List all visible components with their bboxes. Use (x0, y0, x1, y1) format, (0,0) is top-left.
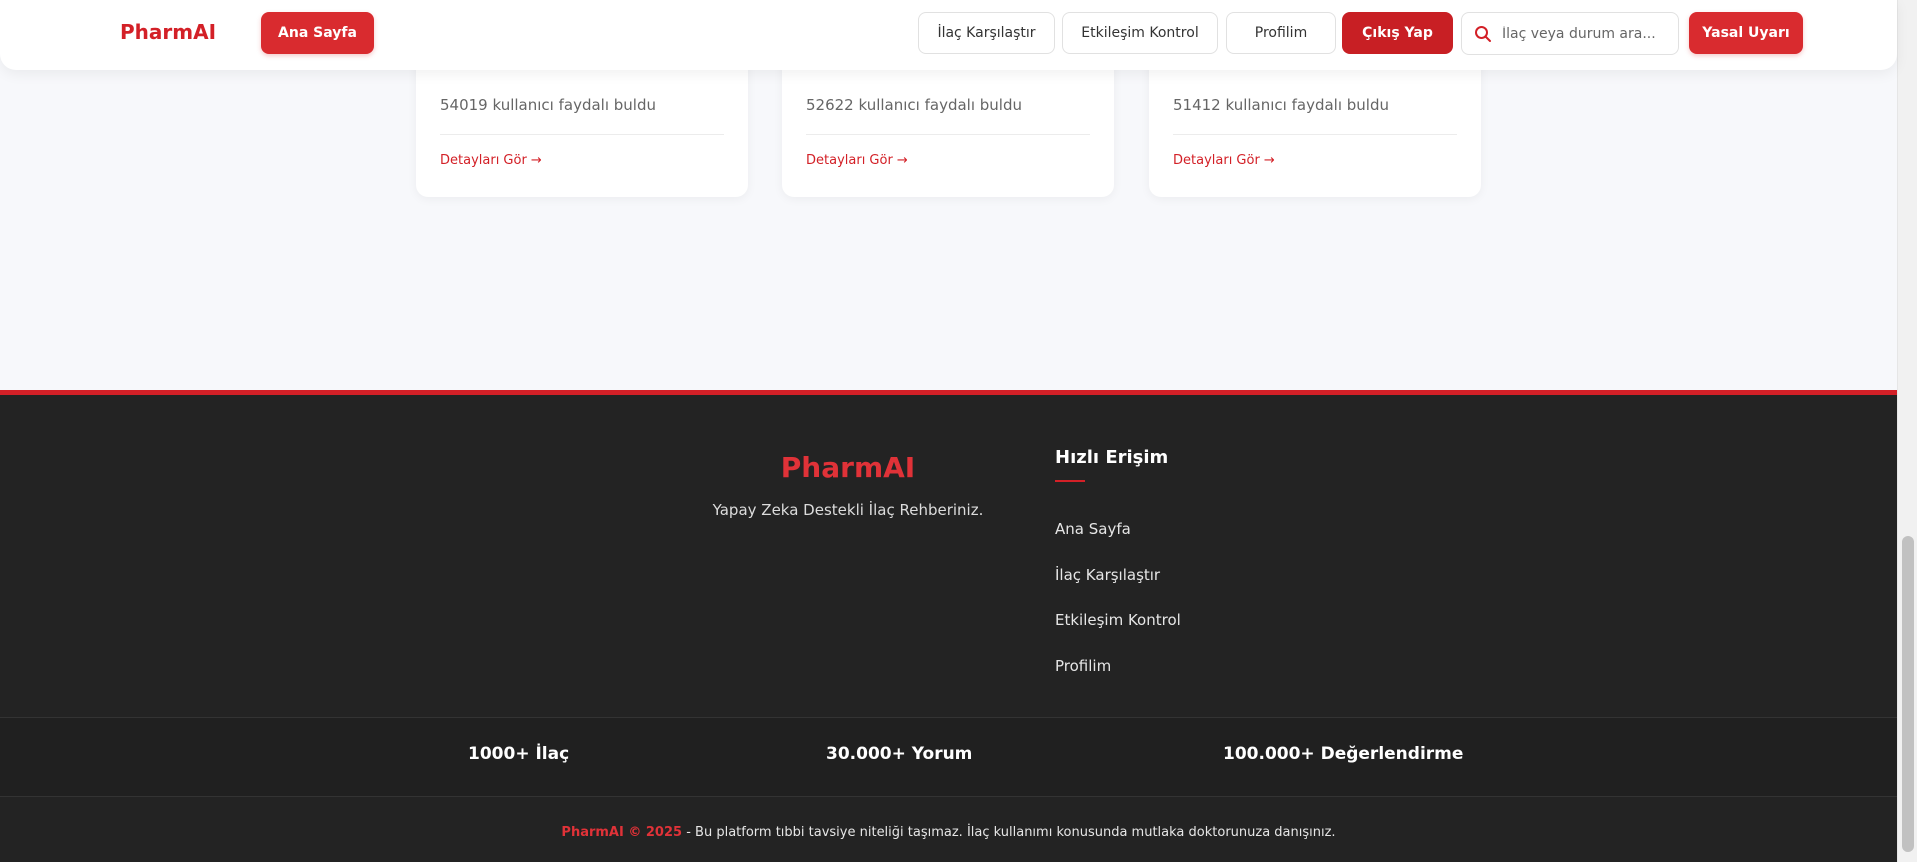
details-link[interactable]: Detayları Gör → (1173, 153, 1275, 168)
search-input[interactable] (1500, 22, 1674, 46)
footer-link-profile[interactable]: Profilim (1055, 657, 1111, 675)
copyright-notice: PharmAI © 2025 - Bu platform tıbbi tavsi… (0, 825, 1897, 840)
home-button[interactable]: Ana Sayfa (261, 12, 374, 54)
page-scrollbar[interactable] (1897, 0, 1917, 862)
footer-tagline: Yapay Zeka Destekli İlaç Rehberiniz. (712, 501, 984, 519)
interaction-check-button[interactable]: Etkileşim Kontrol (1062, 12, 1218, 54)
footer-link-compare[interactable]: İlaç Karşılaştır (1055, 566, 1160, 584)
footer-link-interaction[interactable]: Etkileşim Kontrol (1055, 611, 1181, 629)
compare-drugs-button[interactable]: İlaç Karşılaştır (918, 12, 1055, 54)
search-box (1461, 12, 1679, 55)
disclaimer-text: - Bu platform tıbbi tavsiye niteliği taş… (682, 825, 1336, 840)
details-link[interactable]: Detayları Gör → (806, 153, 908, 168)
stat-ratings: 100.000+ Değerlendirme (1223, 744, 1464, 764)
quick-access-title: Hızlı Erişim (1055, 447, 1169, 468)
helpful-count: 54019 kullanıcı faydalı buldu (440, 96, 656, 114)
card-divider (1173, 134, 1457, 135)
stat-drugs: 1000+ İlaç (468, 744, 570, 764)
scrollbar-thumb[interactable] (1902, 536, 1914, 852)
brand-logo[interactable]: PharmAI (120, 20, 216, 44)
copyright-brand: PharmAI © 2025 (561, 825, 683, 840)
stat-reviews: 30.000+ Yorum (826, 744, 973, 764)
legal-warning-button[interactable]: Yasal Uyarı (1689, 12, 1803, 54)
quick-access-underline (1055, 480, 1085, 482)
stats-band: 1000+ İlaç 30.000+ Yorum 100.000+ Değerl… (0, 717, 1897, 797)
footer-brand: PharmAI (780, 451, 916, 484)
card-divider (440, 134, 724, 135)
card-divider (806, 134, 1090, 135)
footer-link-home[interactable]: Ana Sayfa (1055, 520, 1131, 538)
logout-button[interactable]: Çıkış Yap (1342, 12, 1453, 54)
helpful-count: 52622 kullanıcı faydalı buldu (806, 96, 1022, 114)
details-link[interactable]: Detayları Gör → (440, 153, 542, 168)
search-icon (1475, 26, 1491, 42)
profile-button[interactable]: Profilim (1226, 12, 1336, 54)
helpful-count: 51412 kullanıcı faydalı buldu (1173, 96, 1389, 114)
top-navbar: PharmAI Ana Sayfa İlaç Karşılaştır Etkil… (0, 0, 1897, 70)
site-footer: PharmAI Yapay Zeka Destekli İlaç Rehberi… (0, 390, 1897, 862)
